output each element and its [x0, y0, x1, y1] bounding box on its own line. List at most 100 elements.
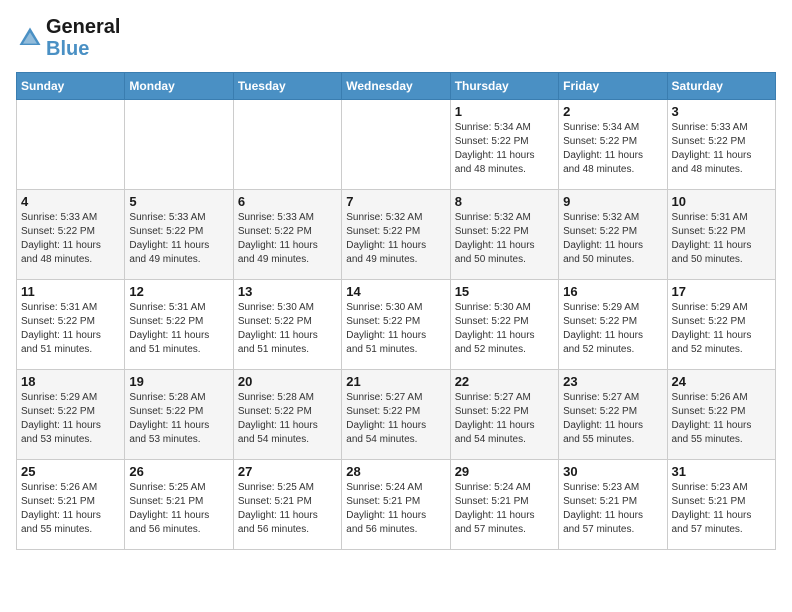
calendar-week-row: 11 Sunrise: 5:31 AM Sunset: 5:22 PM Dayli…: [17, 280, 776, 370]
day-number: 28: [346, 464, 445, 479]
day-info: Sunrise: 5:24 AM Sunset: 5:21 PM Dayligh…: [346, 481, 445, 537]
day-number: 23: [563, 374, 662, 389]
calendar-cell: 1 Sunrise: 5:34 AM Sunset: 5:22 PM Daylig…: [450, 100, 558, 190]
calendar-cell: 24 Sunrise: 5:26 AM Sunset: 5:22 PM Dayli…: [667, 370, 775, 460]
calendar-week-row: 1 Sunrise: 5:34 AM Sunset: 5:22 PM Daylig…: [17, 100, 776, 190]
calendar-cell: 23 Sunrise: 5:27 AM Sunset: 5:22 PM Dayli…: [559, 370, 667, 460]
day-number: 9: [563, 194, 662, 209]
calendar-day-header: Tuesday: [233, 73, 341, 100]
day-info: Sunrise: 5:33 AM Sunset: 5:22 PM Dayligh…: [129, 211, 228, 267]
day-number: 6: [238, 194, 337, 209]
day-info: Sunrise: 5:26 AM Sunset: 5:22 PM Dayligh…: [672, 391, 771, 447]
day-info: Sunrise: 5:25 AM Sunset: 5:21 PM Dayligh…: [238, 481, 337, 537]
day-number: 31: [672, 464, 771, 479]
calendar-cell: 28 Sunrise: 5:24 AM Sunset: 5:21 PM Dayli…: [342, 460, 450, 550]
day-info: Sunrise: 5:34 AM Sunset: 5:22 PM Dayligh…: [455, 121, 554, 177]
calendar-cell: 6 Sunrise: 5:33 AM Sunset: 5:22 PM Daylig…: [233, 190, 341, 280]
day-info: Sunrise: 5:30 AM Sunset: 5:22 PM Dayligh…: [238, 301, 337, 357]
day-number: 15: [455, 284, 554, 299]
day-number: 22: [455, 374, 554, 389]
day-number: 19: [129, 374, 228, 389]
day-number: 13: [238, 284, 337, 299]
calendar-cell: 8 Sunrise: 5:32 AM Sunset: 5:22 PM Daylig…: [450, 190, 558, 280]
calendar-week-row: 4Sunrise: 5:33 AM Sunset: 5:22 PM Daylig…: [17, 190, 776, 280]
calendar-cell: 9Sunrise: 5:32 AM Sunset: 5:22 PM Daylig…: [559, 190, 667, 280]
day-number: 16: [563, 284, 662, 299]
day-info: Sunrise: 5:29 AM Sunset: 5:22 PM Dayligh…: [563, 301, 662, 357]
calendar-cell: [125, 100, 233, 190]
calendar-cell: 3Sunrise: 5:33 AM Sunset: 5:22 PM Daylig…: [667, 100, 775, 190]
calendar-cell: 11 Sunrise: 5:31 AM Sunset: 5:22 PM Dayli…: [17, 280, 125, 370]
calendar-cell: 20 Sunrise: 5:28 AM Sunset: 5:22 PM Dayli…: [233, 370, 341, 460]
calendar-cell: 7 Sunrise: 5:32 AM Sunset: 5:22 PM Daylig…: [342, 190, 450, 280]
day-number: 5: [129, 194, 228, 209]
day-info: Sunrise: 5:33 AM Sunset: 5:22 PM Dayligh…: [238, 211, 337, 267]
day-number: 21: [346, 374, 445, 389]
day-number: 29: [455, 464, 554, 479]
calendar-cell: 19 Sunrise: 5:28 AM Sunset: 5:22 PM Dayli…: [125, 370, 233, 460]
calendar-cell: [17, 100, 125, 190]
day-info: Sunrise: 5:27 AM Sunset: 5:22 PM Dayligh…: [455, 391, 554, 447]
logo-icon: [16, 24, 44, 52]
calendar-cell: 16 Sunrise: 5:29 AM Sunset: 5:22 PM Dayli…: [559, 280, 667, 370]
day-info: Sunrise: 5:27 AM Sunset: 5:22 PM Dayligh…: [563, 391, 662, 447]
calendar-cell: 17Sunrise: 5:29 AM Sunset: 5:22 PM Dayli…: [667, 280, 775, 370]
day-info: Sunrise: 5:30 AM Sunset: 5:22 PM Dayligh…: [455, 301, 554, 357]
calendar-day-header: Monday: [125, 73, 233, 100]
day-number: 7: [346, 194, 445, 209]
day-number: 30: [563, 464, 662, 479]
day-info: Sunrise: 5:31 AM Sunset: 5:22 PM Dayligh…: [672, 211, 771, 267]
calendar-cell: [233, 100, 341, 190]
calendar-day-header: Thursday: [450, 73, 558, 100]
day-number: 17: [672, 284, 771, 299]
day-number: 25: [21, 464, 120, 479]
day-info: Sunrise: 5:31 AM Sunset: 5:22 PM Dayligh…: [21, 301, 120, 357]
day-info: Sunrise: 5:23 AM Sunset: 5:21 PM Dayligh…: [672, 481, 771, 537]
day-info: Sunrise: 5:33 AM Sunset: 5:22 PM Dayligh…: [21, 211, 120, 267]
day-number: 24: [672, 374, 771, 389]
day-number: 18: [21, 374, 120, 389]
calendar-cell: 27 Sunrise: 5:25 AM Sunset: 5:21 PM Dayli…: [233, 460, 341, 550]
day-info: Sunrise: 5:28 AM Sunset: 5:22 PM Dayligh…: [238, 391, 337, 447]
day-info: Sunrise: 5:25 AM Sunset: 5:21 PM Dayligh…: [129, 481, 228, 537]
day-number: 3: [672, 104, 771, 119]
day-number: 1: [455, 104, 554, 119]
day-info: Sunrise: 5:32 AM Sunset: 5:22 PM Dayligh…: [346, 211, 445, 267]
logo: General Blue: [16, 16, 120, 60]
day-number: 8: [455, 194, 554, 209]
calendar-cell: 4Sunrise: 5:33 AM Sunset: 5:22 PM Daylig…: [17, 190, 125, 280]
calendar-cell: 25Sunrise: 5:26 AM Sunset: 5:21 PM Dayli…: [17, 460, 125, 550]
calendar-cell: 14Sunrise: 5:30 AM Sunset: 5:22 PM Dayli…: [342, 280, 450, 370]
day-info: Sunrise: 5:31 AM Sunset: 5:22 PM Dayligh…: [129, 301, 228, 357]
day-info: Sunrise: 5:28 AM Sunset: 5:22 PM Dayligh…: [129, 391, 228, 447]
logo-name: General Blue: [46, 16, 120, 60]
calendar-cell: 13 Sunrise: 5:30 AM Sunset: 5:22 PM Dayli…: [233, 280, 341, 370]
calendar-cell: 15 Sunrise: 5:30 AM Sunset: 5:22 PM Dayli…: [450, 280, 558, 370]
calendar-cell: [342, 100, 450, 190]
calendar-day-header: Saturday: [667, 73, 775, 100]
calendar-day-header: Friday: [559, 73, 667, 100]
calendar-cell: 30 Sunrise: 5:23 AM Sunset: 5:21 PM Dayli…: [559, 460, 667, 550]
page-header: General Blue: [16, 16, 776, 60]
day-number: 27: [238, 464, 337, 479]
day-number: 26: [129, 464, 228, 479]
calendar-cell: 2Sunrise: 5:34 AM Sunset: 5:22 PM Daylig…: [559, 100, 667, 190]
day-info: Sunrise: 5:23 AM Sunset: 5:21 PM Dayligh…: [563, 481, 662, 537]
calendar-day-header: Sunday: [17, 73, 125, 100]
day-info: Sunrise: 5:24 AM Sunset: 5:21 PM Dayligh…: [455, 481, 554, 537]
calendar-header-row: SundayMondayTuesdayWednesdayThursdayFrid…: [17, 73, 776, 100]
calendar-cell: 21 Sunrise: 5:27 AM Sunset: 5:22 PM Dayli…: [342, 370, 450, 460]
calendar-table: SundayMondayTuesdayWednesdayThursdayFrid…: [16, 72, 776, 550]
day-number: 11: [21, 284, 120, 299]
calendar-day-header: Wednesday: [342, 73, 450, 100]
calendar-cell: 26 Sunrise: 5:25 AM Sunset: 5:21 PM Dayli…: [125, 460, 233, 550]
day-number: 12: [129, 284, 228, 299]
day-number: 2: [563, 104, 662, 119]
day-info: Sunrise: 5:30 AM Sunset: 5:22 PM Dayligh…: [346, 301, 445, 357]
calendar-cell: 10Sunrise: 5:31 AM Sunset: 5:22 PM Dayli…: [667, 190, 775, 280]
day-info: Sunrise: 5:32 AM Sunset: 5:22 PM Dayligh…: [455, 211, 554, 267]
day-info: Sunrise: 5:29 AM Sunset: 5:22 PM Dayligh…: [21, 391, 120, 447]
calendar-cell: 31 Sunrise: 5:23 AM Sunset: 5:21 PM Dayli…: [667, 460, 775, 550]
day-number: 20: [238, 374, 337, 389]
day-info: Sunrise: 5:27 AM Sunset: 5:22 PM Dayligh…: [346, 391, 445, 447]
